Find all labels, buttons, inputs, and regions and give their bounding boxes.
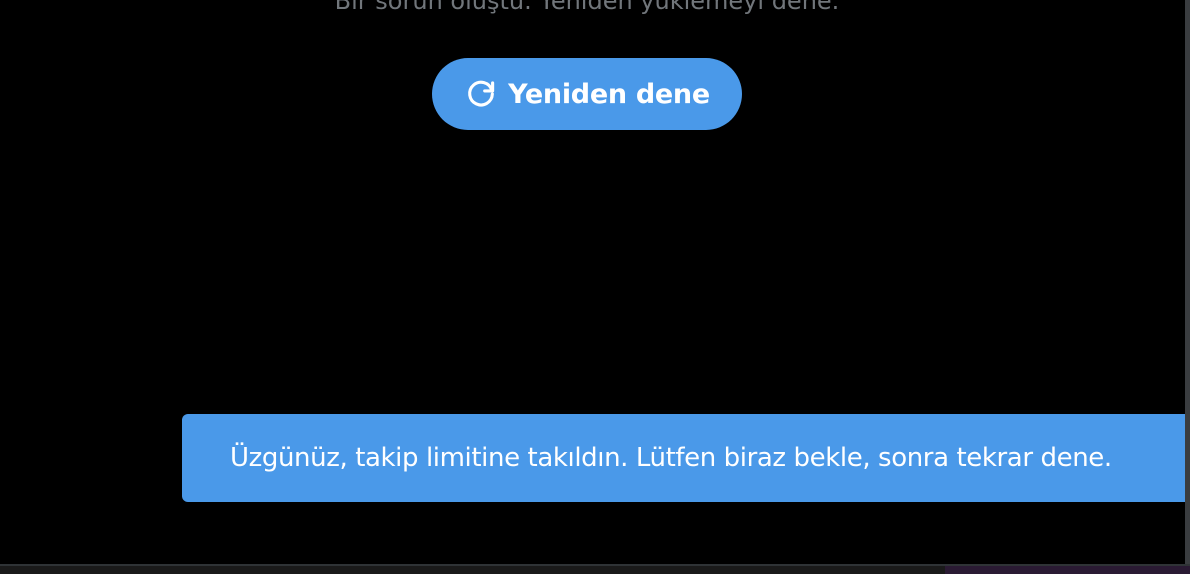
retry-button[interactable]: Yeniden dene	[432, 58, 742, 130]
rate-limit-toast: Üzgünüz, takip limitine takıldın. Lütfen…	[182, 414, 1190, 502]
refresh-icon	[464, 77, 498, 111]
bottom-accent	[945, 566, 1190, 574]
retry-button-label: Yeniden dene	[508, 78, 710, 110]
error-message: Bir sorun oluştu. Yeniden yüklemeyi dene…	[334, 0, 840, 15]
window-edge	[1185, 0, 1190, 574]
page: Bir sorun oluştu. Yeniden yüklemeyi dene…	[0, 0, 1190, 574]
toast-message: Üzgünüz, takip limitine takıldın. Lütfen…	[230, 443, 1112, 473]
